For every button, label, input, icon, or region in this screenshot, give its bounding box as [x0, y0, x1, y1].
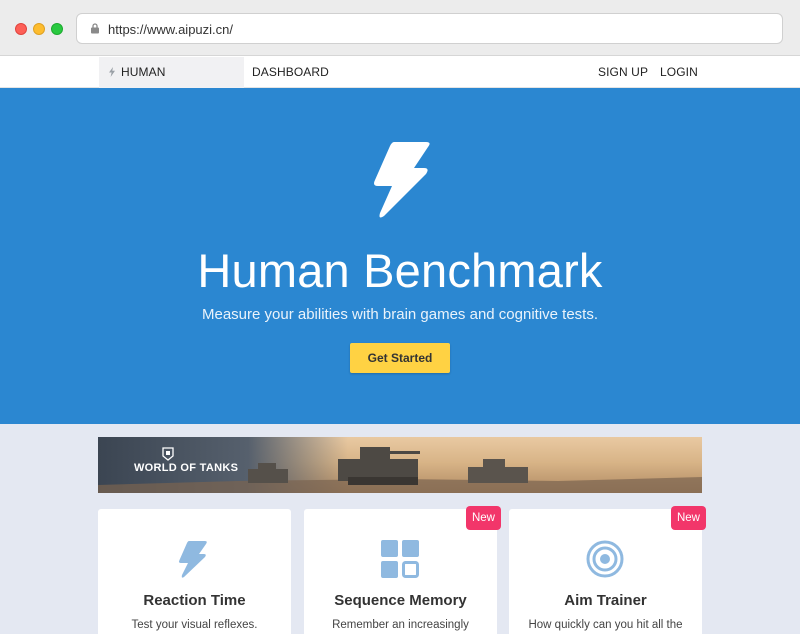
- hero-section: Human Benchmark Measure your abilities w…: [0, 88, 800, 424]
- lightning-icon: [109, 66, 115, 77]
- close-window-button[interactable]: [15, 23, 27, 35]
- get-started-button[interactable]: Get Started: [350, 343, 450, 373]
- hero-subtitle: Measure your abilities with brain games …: [201, 306, 599, 323]
- nav-login-link[interactable]: LOGIN: [660, 57, 698, 88]
- tests-section: WORLD OF TANKS Reaction Time Test your v…: [0, 424, 800, 634]
- lock-icon: [91, 23, 99, 34]
- nav-brand-link[interactable]: HUMAN BENCHMARK: [99, 57, 244, 110]
- maximize-window-button[interactable]: [51, 23, 63, 35]
- target-icon: [586, 540, 624, 578]
- nav-signup-link[interactable]: SIGN UP: [598, 57, 648, 88]
- new-badge: New: [466, 506, 501, 530]
- test-card-sequence-memory[interactable]: New Sequence Memory Remember an increasi…: [304, 506, 501, 634]
- lightning-icon: [374, 142, 430, 218]
- ad-banner-logo-text: WORLD OF TANKS: [134, 462, 239, 474]
- page-title: Human Benchmark: [197, 244, 603, 297]
- card-title: Sequence Memory: [334, 592, 467, 609]
- test-card-aim-trainer[interactable]: New Aim Trainer How quickly can you hit …: [509, 506, 706, 634]
- minimize-window-button[interactable]: [33, 23, 45, 35]
- ad-banner[interactable]: WORLD OF TANKS: [98, 437, 702, 493]
- browser-chrome: https://www.aipuzi.cn/: [0, 0, 800, 56]
- address-bar[interactable]: https://www.aipuzi.cn/: [76, 13, 783, 44]
- card-description: Test your visual reflexes.: [131, 619, 258, 631]
- tank-logo-icon: [162, 447, 174, 461]
- card-title: Aim Trainer: [564, 592, 647, 609]
- lightning-icon: [179, 541, 207, 578]
- new-badge: New: [671, 506, 706, 530]
- card-description: Remember an increasingly: [332, 619, 469, 631]
- url-text: https://www.aipuzi.cn/: [108, 22, 233, 37]
- nav-dashboard-link[interactable]: DASHBOARD: [252, 57, 329, 88]
- grid-icon: [381, 540, 419, 578]
- test-card-reaction-time[interactable]: Reaction Time Test your visual reflexes.: [98, 509, 291, 634]
- card-title: Reaction Time: [143, 592, 246, 609]
- card-description: How quickly can you hit all the: [528, 619, 683, 631]
- site-navbar: HUMAN BENCHMARK DASHBOARD SIGN UP LOGIN: [0, 57, 800, 110]
